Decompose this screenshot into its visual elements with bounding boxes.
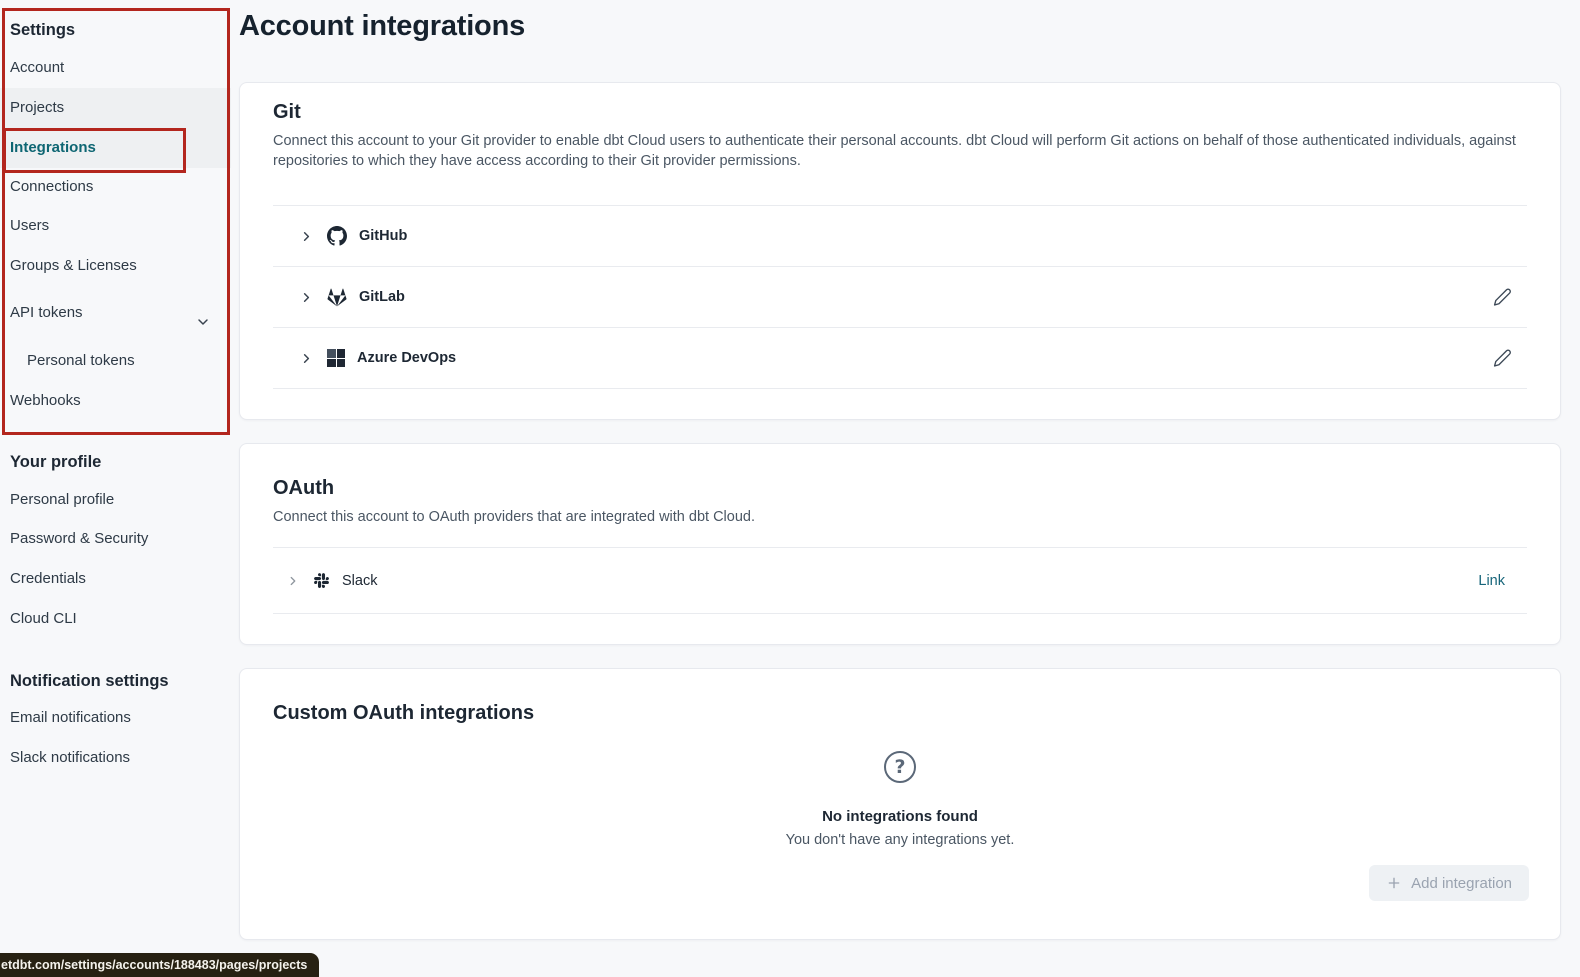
oauth-section-card: OAuth Connect this account to OAuth prov… bbox=[239, 443, 1561, 645]
question-circle-icon: ? bbox=[884, 751, 916, 783]
oauth-provider-row-slack[interactable]: Slack Link bbox=[273, 547, 1527, 613]
git-provider-row-github[interactable]: GitHub bbox=[273, 205, 1527, 266]
provider-name: Slack bbox=[342, 573, 377, 589]
slack-icon bbox=[313, 572, 330, 589]
custom-oauth-section-card: Custom OAuth integrations ? No integrati… bbox=[239, 668, 1561, 940]
oauth-section-heading: OAuth bbox=[273, 475, 1527, 501]
oauth-section-description: Connect this account to OAuth providers … bbox=[273, 507, 1527, 527]
git-section-heading: Git bbox=[273, 99, 1527, 125]
empty-state-subtitle: You don't have any integrations yet. bbox=[273, 830, 1527, 850]
add-integration-button[interactable]: Add integration bbox=[1369, 865, 1529, 901]
sidebar-item-personal-profile[interactable]: Personal profile bbox=[0, 480, 231, 520]
sidebar-item-projects[interactable]: Projects bbox=[0, 88, 231, 128]
git-provider-row-azure-devops[interactable]: Azure DevOps bbox=[273, 327, 1527, 388]
edit-pencil-icon[interactable] bbox=[1489, 284, 1516, 311]
sidebar-item-credentials[interactable]: Credentials bbox=[0, 559, 231, 599]
sidebar-item-slack-notifications[interactable]: Slack notifications bbox=[0, 738, 231, 778]
sidebar-heading-notification-settings: Notification settings bbox=[10, 661, 169, 701]
link-preview-status-bar: etdbt.com/settings/accounts/188483/pages… bbox=[0, 953, 319, 977]
sidebar-item-api-tokens[interactable]: API tokens bbox=[0, 293, 231, 333]
add-integration-label: Add integration bbox=[1411, 875, 1512, 892]
page-title: Account integrations bbox=[239, 6, 525, 46]
git-section-card: Git Connect this account to your Git pro… bbox=[239, 82, 1561, 420]
sidebar-item-cloud-cli[interactable]: Cloud CLI bbox=[0, 599, 231, 639]
github-icon bbox=[327, 226, 347, 246]
git-section-description: Connect this account to your Git provide… bbox=[273, 131, 1527, 171]
settings-sidebar: Settings Account Projects Integrations C… bbox=[0, 0, 231, 977]
chevron-right-icon[interactable] bbox=[286, 574, 300, 588]
sidebar-item-integrations[interactable]: Integrations bbox=[0, 128, 231, 168]
chevron-down-icon bbox=[195, 306, 211, 346]
plus-icon bbox=[1386, 875, 1402, 891]
sidebar-heading-your-profile: Your profile bbox=[10, 442, 101, 482]
chevron-right-icon[interactable] bbox=[299, 290, 314, 305]
azure-devops-icon bbox=[327, 349, 345, 367]
slack-link-action[interactable]: Link bbox=[1478, 573, 1505, 589]
chevron-right-icon[interactable] bbox=[299, 351, 314, 366]
sidebar-item-groups-licenses[interactable]: Groups & Licenses bbox=[0, 246, 231, 286]
sidebar-item-account[interactable]: Account bbox=[0, 48, 231, 88]
gitlab-icon bbox=[327, 288, 347, 307]
sidebar-item-users[interactable]: Users bbox=[0, 206, 231, 246]
sidebar-item-email-notifications[interactable]: Email notifications bbox=[0, 698, 231, 738]
empty-state-title: No integrations found bbox=[273, 807, 1527, 827]
provider-name: Azure DevOps bbox=[357, 350, 456, 366]
sidebar-heading-settings: Settings bbox=[10, 10, 75, 50]
provider-name: GitLab bbox=[359, 289, 405, 305]
sidebar-item-personal-tokens[interactable]: Personal tokens bbox=[0, 341, 231, 381]
edit-pencil-icon[interactable] bbox=[1489, 345, 1516, 372]
provider-name: GitHub bbox=[359, 228, 407, 244]
git-provider-row-gitlab[interactable]: GitLab bbox=[273, 266, 1527, 327]
sidebar-item-webhooks[interactable]: Webhooks bbox=[0, 381, 231, 421]
chevron-right-icon[interactable] bbox=[299, 229, 314, 244]
sidebar-item-password-security[interactable]: Password & Security bbox=[0, 519, 231, 559]
empty-state: ? No integrations found You don't have a… bbox=[273, 751, 1527, 850]
sidebar-item-connections[interactable]: Connections bbox=[0, 167, 231, 207]
oauth-provider-list: Slack Link bbox=[273, 547, 1527, 614]
git-provider-list: GitHub GitLab Azure DevOps bbox=[273, 205, 1527, 389]
sidebar-item-label: API tokens bbox=[10, 304, 83, 321]
custom-oauth-section-heading: Custom OAuth integrations bbox=[273, 700, 1527, 726]
